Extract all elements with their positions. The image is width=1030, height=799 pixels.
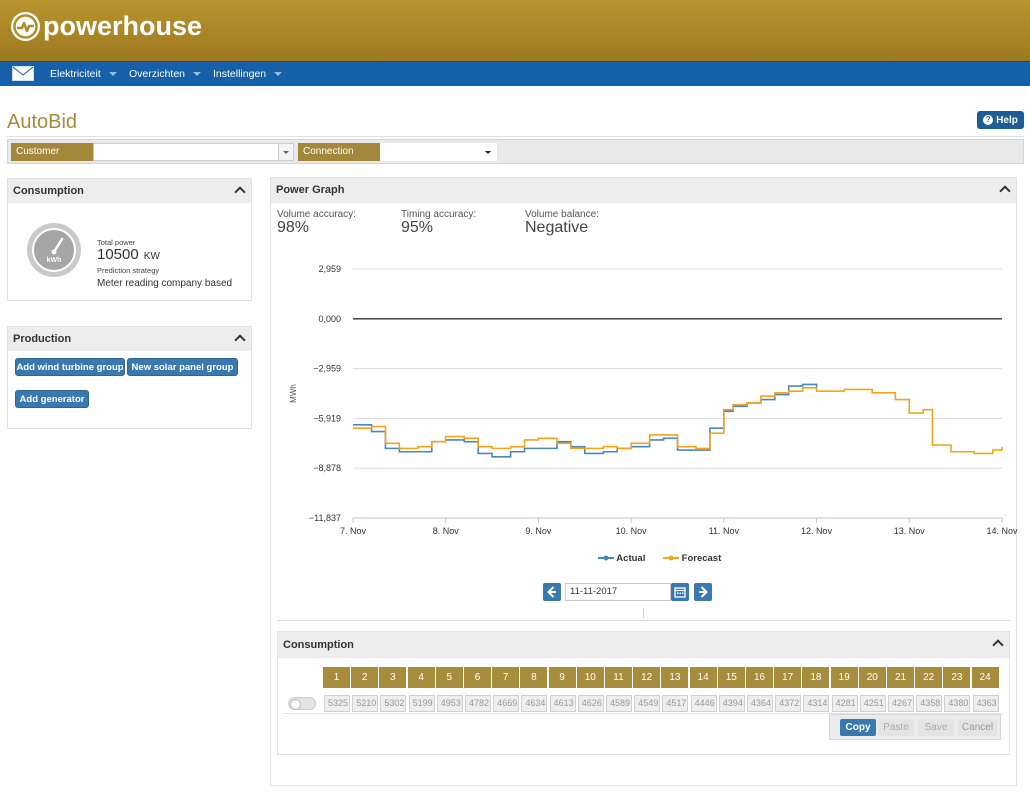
hour-header-cell: 1 xyxy=(323,667,350,688)
hour-header-cell: 18 xyxy=(802,667,830,688)
hour-value-input[interactable]: 4314 xyxy=(803,695,830,712)
legend-label: Actual xyxy=(616,553,646,564)
calendar-button[interactable] xyxy=(671,583,689,601)
hour-header-cell: 15 xyxy=(717,667,745,688)
y-axis-ticks: 2,959 0,000 −2,959 −5,919 −8,878 −11,837 xyxy=(309,264,341,523)
x-tick-label: 10. Nov xyxy=(616,526,648,536)
hour-header-cell: 9 xyxy=(548,667,576,688)
toggle-knob xyxy=(290,699,301,710)
previous-day-button[interactable] xyxy=(543,583,561,601)
hour-value-input[interactable]: 4358 xyxy=(916,695,943,712)
legend-forecast[interactable]: Forecast xyxy=(663,553,721,564)
y-tick-label: −2,959 xyxy=(313,364,341,374)
legend-actual[interactable]: Actual xyxy=(598,553,645,564)
hour-value-input[interactable]: 4626 xyxy=(577,695,604,712)
hour-header-cell: 19 xyxy=(830,667,858,688)
forecast-legend-marker xyxy=(663,555,679,561)
paste-button[interactable]: Paste xyxy=(878,719,914,736)
y-axis-label: MWh xyxy=(289,384,298,403)
hour-header-cell: 21 xyxy=(887,667,914,688)
hour-header-cell: 3 xyxy=(379,667,407,688)
copy-button[interactable]: Copy xyxy=(840,719,876,736)
arrow-left-icon xyxy=(547,586,556,598)
hour-header-cell: 2 xyxy=(351,667,379,688)
hour-value-input[interactable]: 5325 xyxy=(324,695,350,712)
save-button[interactable]: Save xyxy=(918,719,954,736)
hour-value-input[interactable]: 4669 xyxy=(493,695,520,712)
hour-value-input[interactable]: 4363 xyxy=(972,695,999,712)
hour-header-cell: 12 xyxy=(633,667,661,688)
x-tick-label: 13. Nov xyxy=(894,526,926,536)
hour-value-input[interactable]: 5210 xyxy=(352,695,379,712)
chart-series xyxy=(353,383,1003,458)
y-tick-label: −11,837 xyxy=(309,513,341,523)
x-tick-label: 12. Nov xyxy=(801,526,833,536)
hour-value-input[interactable]: 4613 xyxy=(549,695,576,712)
hour-value-input[interactable]: 4634 xyxy=(521,695,548,712)
hour-header-cell: 7 xyxy=(492,667,520,688)
hour-header-cell: 24 xyxy=(971,667,999,688)
hour-value-input[interactable]: 4394 xyxy=(718,695,745,712)
x-tick-label: 11. Nov xyxy=(709,526,740,536)
hour-header-cell: 22 xyxy=(915,667,943,688)
hourly-actions: Copy Paste Save Cancel xyxy=(829,714,1001,740)
hour-value-input[interactable]: 4953 xyxy=(436,695,463,712)
hour-header-cell: 17 xyxy=(774,667,802,688)
hour-header-cell: 11 xyxy=(605,667,632,688)
hour-value-input[interactable]: 4281 xyxy=(831,695,858,712)
hour-header-cell: 4 xyxy=(407,667,435,688)
arrow-right-icon xyxy=(699,586,708,598)
hour-value-input[interactable]: 4380 xyxy=(944,695,971,712)
date-input[interactable]: 11-11-2017 xyxy=(565,583,671,601)
actual-legend-marker xyxy=(598,555,614,561)
hour-value-input[interactable]: 4267 xyxy=(888,695,914,712)
x-tick-label: 14. Nov xyxy=(986,526,1018,536)
forecast-series-line xyxy=(353,386,1003,455)
hour-value-input[interactable]: 4517 xyxy=(662,695,689,712)
x-tick-label: 9. Nov xyxy=(525,526,552,536)
divider xyxy=(277,620,1010,621)
y-tick-label: 2,959 xyxy=(318,264,341,274)
hour-value-input[interactable]: 4589 xyxy=(606,695,632,712)
hour-header-cell: 16 xyxy=(746,667,773,688)
hour-value-input[interactable]: 5302 xyxy=(380,695,407,712)
hour-header-cell: 6 xyxy=(464,667,491,688)
hour-value-input[interactable]: 4549 xyxy=(634,695,661,712)
collapse-icon[interactable] xyxy=(992,639,1004,651)
hour-header-cell: 14 xyxy=(689,667,717,688)
hour-value-input[interactable]: 4364 xyxy=(747,695,773,712)
hour-header-cell: 23 xyxy=(943,667,971,688)
x-tick-label: 7. Nov xyxy=(340,526,367,536)
x-axis-ticks: 7. Nov 8. Nov 9. Nov 10. Nov 11. Nov 12. Nov 1… xyxy=(340,518,1018,536)
cancel-button[interactable]: Cancel xyxy=(958,719,997,736)
hour-value-input[interactable]: 4251 xyxy=(859,695,886,712)
calendar-icon xyxy=(674,587,686,598)
hour-value-input[interactable]: 4372 xyxy=(775,695,802,712)
legend-label: Forecast xyxy=(681,553,722,564)
panel-title: Consumption xyxy=(283,639,354,651)
panel-header[interactable]: Consumption xyxy=(278,632,1009,658)
hour-header-cell: 8 xyxy=(520,667,548,688)
divider xyxy=(643,609,644,618)
y-tick-label: −5,919 xyxy=(313,413,341,423)
hour-header-cell: 20 xyxy=(858,667,886,688)
chart-grid xyxy=(353,268,1002,519)
hour-value-input[interactable]: 4446 xyxy=(690,695,717,712)
hour-header-cell: 13 xyxy=(661,667,689,688)
hour-value-input[interactable]: 4782 xyxy=(465,695,491,712)
next-day-button[interactable] xyxy=(694,583,712,601)
edit-toggle[interactable] xyxy=(288,697,316,710)
hour-header-cell: 5 xyxy=(435,667,463,688)
x-tick-label: 8. Nov xyxy=(433,526,460,536)
hour-header-cell: 10 xyxy=(576,667,604,688)
y-tick-label: −8,878 xyxy=(313,463,341,473)
hour-value-input[interactable]: 5199 xyxy=(408,695,435,712)
y-tick-label: 0,000 xyxy=(318,314,341,324)
